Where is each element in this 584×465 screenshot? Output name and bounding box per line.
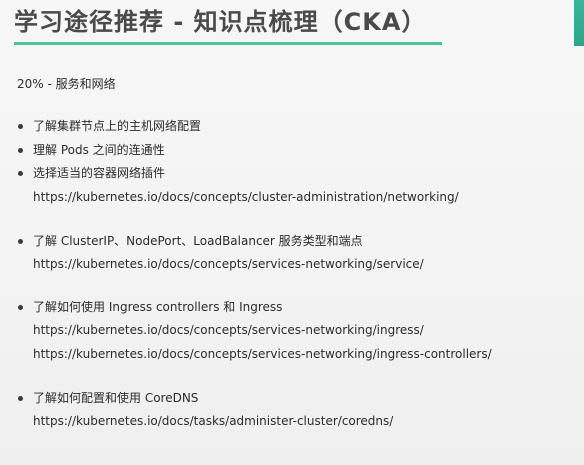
bullet-text: 了解如何配置和使用 CoreDNS xyxy=(33,391,199,405)
doc-link-ingress[interactable]: https://kubernetes.io/docs/concepts/serv… xyxy=(33,321,424,339)
bullet-icon xyxy=(18,123,23,129)
bullet-icon xyxy=(18,147,23,153)
slide-title: 学习途径推荐 - 知识点梳理（CKA） xyxy=(14,8,427,36)
doc-link-service[interactable]: https://kubernetes.io/docs/concepts/serv… xyxy=(33,255,424,273)
bullet-item-host-network: 了解集群节点上的主机网络配置 xyxy=(17,117,201,135)
bullet-item-coredns: 了解如何配置和使用 CoreDNS xyxy=(17,389,198,407)
doc-link-networking[interactable]: https://kubernetes.io/docs/concepts/clus… xyxy=(33,188,459,206)
bullet-text: 理解 Pods 之间的连通性 xyxy=(33,143,165,157)
bullet-icon xyxy=(18,238,23,244)
doc-link-coredns[interactable]: https://kubernetes.io/docs/tasks/adminis… xyxy=(33,412,393,430)
bullet-icon xyxy=(18,395,23,401)
bullet-text: 了解集群节点上的主机网络配置 xyxy=(33,119,202,133)
bullet-text: 了解如何使用 Ingress controllers 和 Ingress xyxy=(33,300,283,314)
bullet-icon xyxy=(18,170,23,176)
title-underline xyxy=(14,42,442,45)
bullet-item-pod-connectivity: 理解 Pods 之间的连通性 xyxy=(17,141,165,159)
bullet-item-network-plugin: 选择适当的容器网络插件 xyxy=(17,164,165,182)
bullet-item-service-types: 了解 ClusterIP、NodePort、LoadBalancer 服务类型和… xyxy=(17,232,363,250)
bullet-text: 选择适当的容器网络插件 xyxy=(33,166,166,180)
bullet-icon xyxy=(18,304,23,310)
bullet-item-ingress: 了解如何使用 Ingress controllers 和 Ingress xyxy=(17,298,282,316)
doc-link-ingress-controllers[interactable]: https://kubernetes.io/docs/concepts/serv… xyxy=(33,345,492,363)
bullet-text: 了解 ClusterIP、NodePort、LoadBalancer 服务类型和… xyxy=(33,234,363,248)
section-heading: 20% - 服务和网络 xyxy=(17,77,116,91)
right-accent-bar xyxy=(574,0,584,46)
